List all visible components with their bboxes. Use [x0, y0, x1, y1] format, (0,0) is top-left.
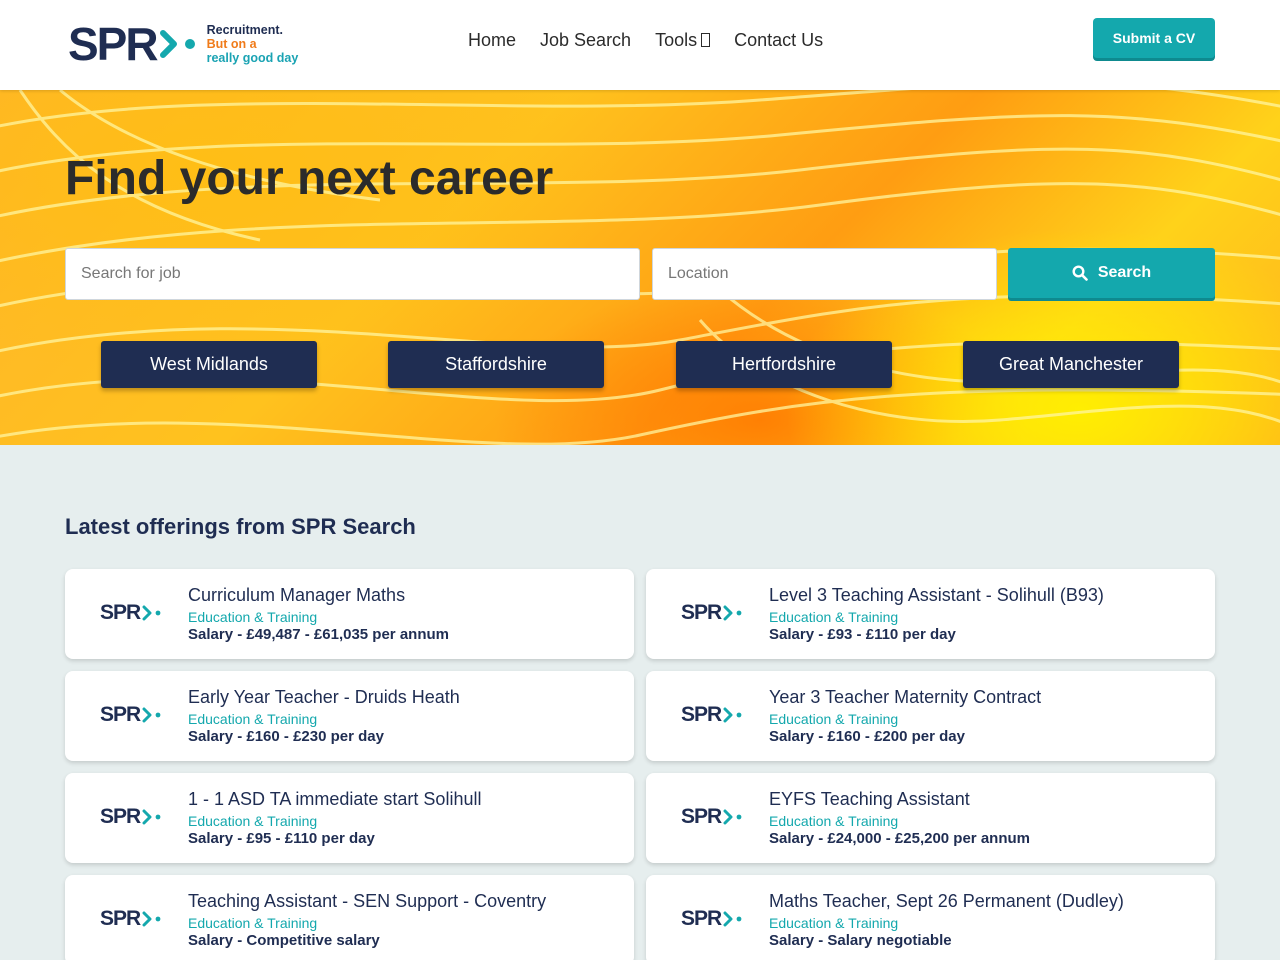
- search-icon: [1072, 265, 1088, 281]
- job-title[interactable]: Level 3 Teaching Assistant - Solihull (B…: [769, 584, 1104, 606]
- job-card[interactable]: SPR Early Year Teacher - Druids Heath Educ…: [65, 671, 634, 761]
- spr-logo[interactable]: SPR Recruitment. But on a really good da…: [68, 20, 308, 68]
- main-nav: Home Job Search Tools Contact Us: [468, 28, 823, 52]
- job-title[interactable]: 1 - 1 ASD TA immediate start Solihull: [188, 788, 481, 810]
- logo-chevron-icon: [723, 707, 742, 722]
- company-logo: SPR: [681, 806, 743, 827]
- company-logo-text: SPR: [681, 805, 722, 828]
- job-category[interactable]: Education & Training: [769, 915, 898, 931]
- nav-home[interactable]: Home: [468, 28, 516, 52]
- company-logo: SPR: [100, 602, 162, 623]
- company-logo-text: SPR: [100, 907, 141, 930]
- job-card[interactable]: SPR 1 - 1 ASD TA immediate start Solihull…: [65, 773, 634, 863]
- job-salary: Salary - Competitive salary: [188, 932, 380, 949]
- region-button-west-midlands[interactable]: West Midlands: [101, 341, 317, 388]
- job-category[interactable]: Education & Training: [769, 711, 898, 727]
- job-card[interactable]: SPR Year 3 Teacher Maternity Contract Educ…: [646, 671, 1215, 761]
- latest-offerings-heading: Latest offerings from SPR Search: [65, 514, 416, 539]
- job-category[interactable]: Education & Training: [769, 813, 898, 829]
- job-title[interactable]: Early Year Teacher - Druids Heath: [188, 686, 460, 708]
- job-salary: Salary - £93 - £110 per day: [769, 626, 956, 643]
- job-title[interactable]: Maths Teacher, Sept 26 Permanent (Dudley…: [769, 890, 1124, 912]
- logo-chevron-icon: [723, 911, 742, 926]
- logo-tagline-line-2: But on a: [206, 37, 257, 51]
- logo-chevron-icon: [142, 605, 161, 620]
- job-salary: Salary - £95 - £110 per day: [188, 830, 375, 847]
- company-logo-text: SPR: [681, 907, 722, 930]
- job-category[interactable]: Education & Training: [188, 711, 317, 727]
- search-button[interactable]: Search: [1008, 248, 1215, 298]
- chevron-down-icon: [701, 33, 711, 47]
- logo-chevron-icon: [159, 30, 195, 58]
- job-title[interactable]: Year 3 Teacher Maternity Contract: [769, 686, 1041, 708]
- job-title[interactable]: Curriculum Manager Maths: [188, 584, 405, 606]
- search-button-label: Search: [1097, 264, 1152, 281]
- company-logo: SPR: [681, 602, 743, 623]
- submit-cv-button[interactable]: Submit a CV: [1093, 18, 1215, 58]
- logo-tagline-line-1: Recruitment.: [206, 23, 283, 37]
- company-logo: SPR: [681, 908, 743, 929]
- job-card[interactable]: SPR Level 3 Teaching Assistant - Solihull…: [646, 569, 1215, 659]
- company-logo: SPR: [100, 806, 162, 827]
- company-logo-text: SPR: [681, 703, 722, 726]
- nav-tools[interactable]: Tools: [655, 28, 711, 52]
- job-category[interactable]: Education & Training: [769, 609, 898, 625]
- hero-banner: Find your next career Search West Midlan…: [0, 90, 1280, 445]
- logo-chevron-icon: [142, 707, 161, 722]
- nav-contact-us[interactable]: Contact Us: [734, 28, 823, 52]
- region-button-hertfordshire[interactable]: Hertfordshire: [676, 341, 892, 388]
- logo-chevron-icon: [142, 911, 161, 926]
- nav-tools-label: Tools: [655, 30, 698, 50]
- region-button-great-manchester[interactable]: Great Manchester: [963, 341, 1179, 388]
- job-category[interactable]: Education & Training: [188, 915, 317, 931]
- region-button-staffordshire[interactable]: Staffordshire: [388, 341, 604, 388]
- job-salary: Salary - £160 - £230 per day: [188, 728, 384, 745]
- job-category[interactable]: Education & Training: [188, 813, 317, 829]
- company-logo-text: SPR: [100, 601, 141, 624]
- job-title[interactable]: EYFS Teaching Assistant: [769, 788, 970, 810]
- location-input[interactable]: [652, 248, 997, 300]
- company-logo: SPR: [681, 704, 743, 725]
- nav-job-search[interactable]: Job Search: [540, 28, 631, 52]
- job-card[interactable]: SPR Teaching Assistant - SEN Support - Co…: [65, 875, 634, 960]
- job-salary: Salary - £49,487 - £61,035 per annum: [188, 626, 449, 643]
- logo-chevron-icon: [142, 809, 161, 824]
- company-logo-text: SPR: [681, 601, 722, 624]
- job-salary: Salary - Salary negotiable: [769, 932, 952, 949]
- logo-tagline-line-3: really good day: [206, 51, 299, 65]
- site-header: SPR Recruitment. But on a really good da…: [0, 0, 1280, 90]
- company-logo: SPR: [100, 908, 162, 929]
- logo-text: SPR: [68, 18, 159, 70]
- job-search-input[interactable]: [65, 248, 640, 300]
- company-logo-text: SPR: [100, 805, 141, 828]
- company-logo: SPR: [100, 704, 162, 725]
- job-card[interactable]: SPR Maths Teacher, Sept 26 Permanent (Dud…: [646, 875, 1215, 960]
- job-card[interactable]: SPR Curriculum Manager Maths Education & T…: [65, 569, 634, 659]
- job-salary: Salary - £24,000 - £25,200 per annum: [769, 830, 1030, 847]
- job-category[interactable]: Education & Training: [188, 609, 317, 625]
- hero-title: Find your next career: [65, 152, 554, 205]
- job-card[interactable]: SPR EYFS Teaching Assistant Education & Tr…: [646, 773, 1215, 863]
- logo-chevron-icon: [723, 809, 742, 824]
- company-logo-text: SPR: [100, 703, 141, 726]
- logo-chevron-icon: [723, 605, 742, 620]
- job-title[interactable]: Teaching Assistant - SEN Support - Coven…: [188, 890, 546, 912]
- logo-mark: SPR: [68, 21, 199, 67]
- logo-tagline: Recruitment. But on a really good day: [207, 23, 299, 65]
- job-salary: Salary - £160 - £200 per day: [769, 728, 965, 745]
